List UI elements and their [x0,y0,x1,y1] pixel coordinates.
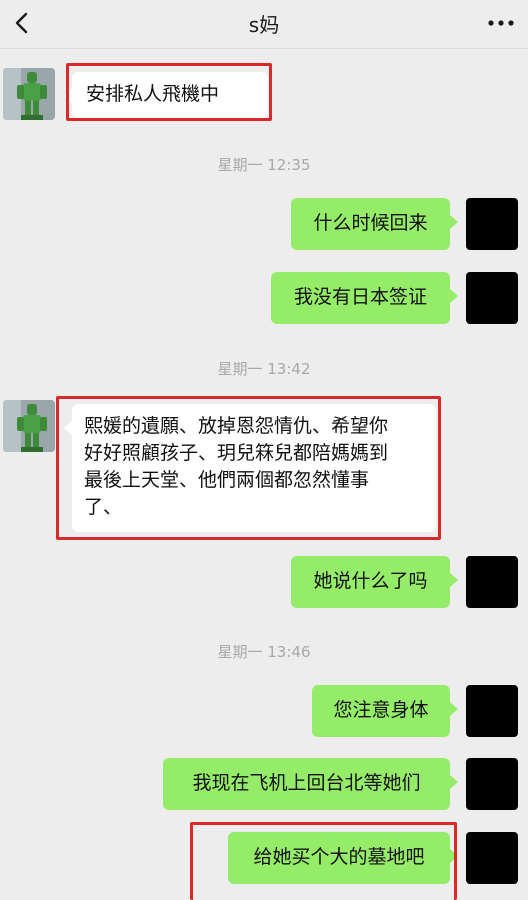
user-avatar[interactable] [466,758,518,810]
chat-header: s妈 [0,0,528,49]
user-avatar[interactable] [466,832,518,884]
message-bubble-incoming[interactable]: 熙媛的遺願、放掉恩怨情仇、希望你 好好照顧孩子、玥兒箖兒都陪媽媽到 最後上天堂、… [64,404,436,532]
message-bubble-outgoing[interactable]: 我现在飞机上回台北等她们 [163,758,458,810]
more-dots-icon[interactable] [484,10,518,36]
message-bubble-outgoing[interactable]: 您注意身体 [312,685,458,737]
message-bubble-outgoing[interactable]: 什么时候回来 [291,198,458,250]
timestamp: 星期一 13:42 [217,360,311,378]
message-bubble-outgoing[interactable]: 我没有日本签证 [271,272,458,324]
message-bubble-outgoing[interactable]: 她说什么了吗 [291,556,458,608]
contact-avatar[interactable] [3,400,55,452]
chat-title: s妈 [248,13,280,37]
user-avatar[interactable] [466,685,518,737]
contact-avatar[interactable] [3,68,55,120]
timestamp: 星期一 13:46 [217,643,311,661]
user-avatar[interactable] [466,556,518,608]
message-bubble-outgoing[interactable]: 给她买个大的墓地吧 [228,832,458,884]
user-avatar[interactable] [466,198,518,250]
user-avatar[interactable] [466,272,518,324]
timestamp: 星期一 12:35 [217,156,311,174]
message-bubble-incoming[interactable]: 安排私人飛機中 [64,72,268,118]
